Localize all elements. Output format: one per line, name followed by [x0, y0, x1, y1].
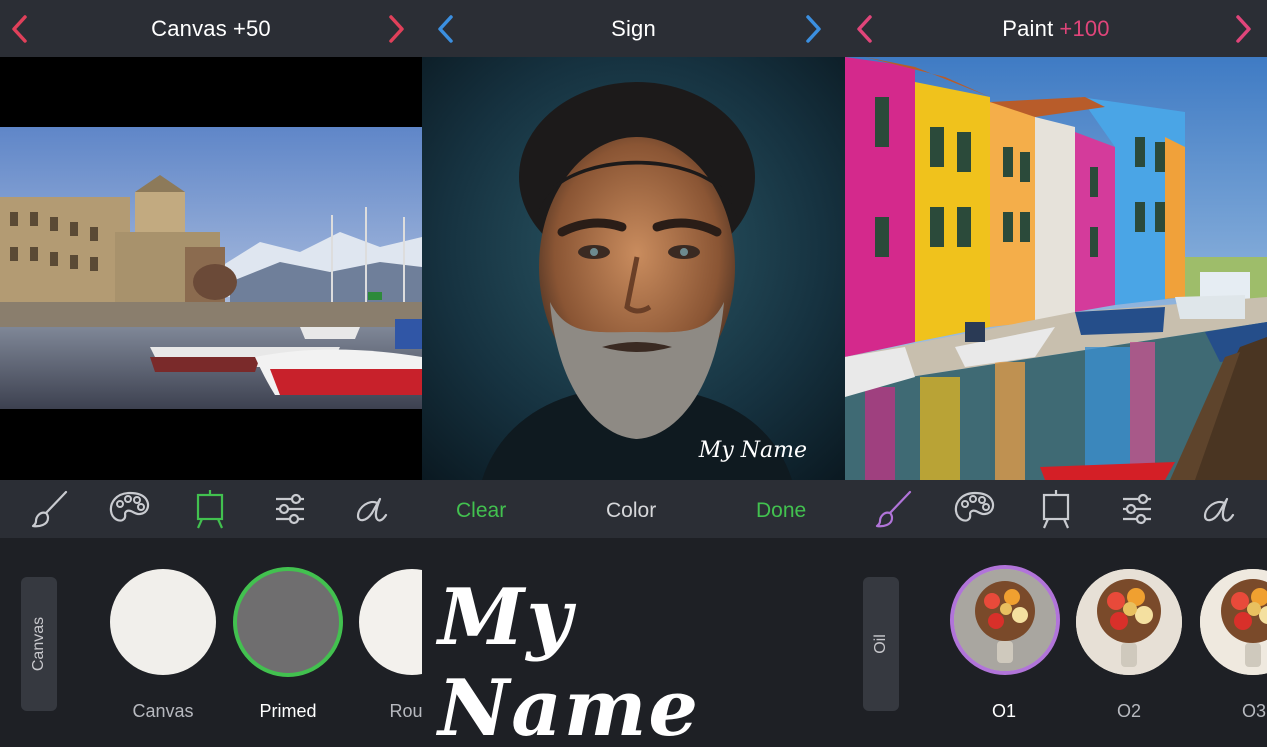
title-text: Canvas: [151, 15, 227, 41]
swatch-label: O1: [991, 701, 1016, 721]
clear-button[interactable]: Clear: [456, 499, 506, 523]
sign-actions: Clear Color Done: [422, 480, 845, 538]
swatch-rough[interactable]: [359, 569, 422, 675]
brush-icon[interactable]: [28, 488, 72, 530]
forward-chevron-icon[interactable]: [795, 11, 831, 47]
palette-icon[interactable]: [953, 488, 997, 530]
paint-header: Paint +100: [845, 0, 1267, 57]
canvas-screen: Canvas +50 Canvas Canvas Primed Rou: [0, 0, 422, 747]
paint-options: Oil O1 O2 O3: [845, 538, 1267, 747]
paint-screen: Paint +100 Oil O1 O2 O3: [845, 0, 1267, 747]
swatch-canvas[interactable]: [110, 569, 216, 675]
signature-pad[interactable]: My Name: [422, 538, 845, 747]
back-chevron-icon[interactable]: [428, 11, 464, 47]
swatch-oil-3[interactable]: [1200, 569, 1267, 675]
swatch-label: O2: [1116, 701, 1141, 721]
swatch-label: Roug: [389, 701, 422, 721]
brush-icon[interactable]: [872, 488, 916, 530]
back-chevron-icon[interactable]: [847, 11, 883, 47]
page-title: Sign: [611, 15, 656, 41]
palette-icon[interactable]: [108, 488, 152, 530]
easel-icon[interactable]: [1034, 488, 1078, 530]
title-delta: +100: [1059, 15, 1110, 41]
sign-header: Sign: [422, 0, 845, 57]
easel-icon[interactable]: [188, 488, 232, 530]
back-chevron-icon[interactable]: [2, 11, 38, 47]
category-tab-label: Canvas: [30, 616, 47, 672]
sign-screen: Sign My Name Clear Color Done My Name: [422, 0, 845, 747]
forward-chevron-icon[interactable]: [1225, 11, 1261, 47]
sliders-icon[interactable]: [1115, 488, 1159, 530]
category-tab[interactable]: Oil: [863, 577, 899, 711]
canvas-preview-photo[interactable]: [0, 57, 422, 480]
tool-bar: [0, 480, 422, 538]
canvas-header: Canvas +50: [0, 0, 422, 57]
swatch-primed[interactable]: [233, 567, 343, 677]
category-tab[interactable]: Canvas: [21, 577, 57, 711]
forward-chevron-icon[interactable]: [378, 11, 414, 47]
color-button[interactable]: Color: [606, 499, 656, 523]
page-title: Canvas +50: [151, 16, 271, 42]
signature-overlay: My Name: [698, 438, 807, 463]
sliders-icon[interactable]: [268, 488, 312, 530]
tool-bar: [845, 480, 1267, 538]
canvas-options: Canvas Canvas Primed Roug: [0, 538, 422, 747]
title-text: Paint: [1002, 15, 1054, 41]
portrait-photo[interactable]: My Name: [422, 57, 845, 480]
painting-preview-photo[interactable]: [845, 57, 1267, 480]
swatch-label: Primed: [259, 701, 317, 721]
title-delta: +50: [232, 15, 271, 41]
page-title: Paint +100: [1002, 16, 1110, 42]
category-tab-label: Oil: [872, 634, 889, 654]
swatch-oil-2[interactable]: [1076, 569, 1182, 675]
script-a-icon[interactable]: [348, 488, 392, 530]
done-button[interactable]: Done: [756, 499, 806, 523]
swatch-oil-1[interactable]: [950, 565, 1060, 675]
app-screens: Canvas +50 Canvas Canvas Primed Rou Sign…: [0, 0, 1267, 747]
swatch-label: Canvas: [132, 701, 194, 721]
swatch-label: O3: [1241, 701, 1266, 721]
script-a-icon[interactable]: [1195, 488, 1239, 530]
signature-drawing: My Name: [438, 572, 700, 747]
